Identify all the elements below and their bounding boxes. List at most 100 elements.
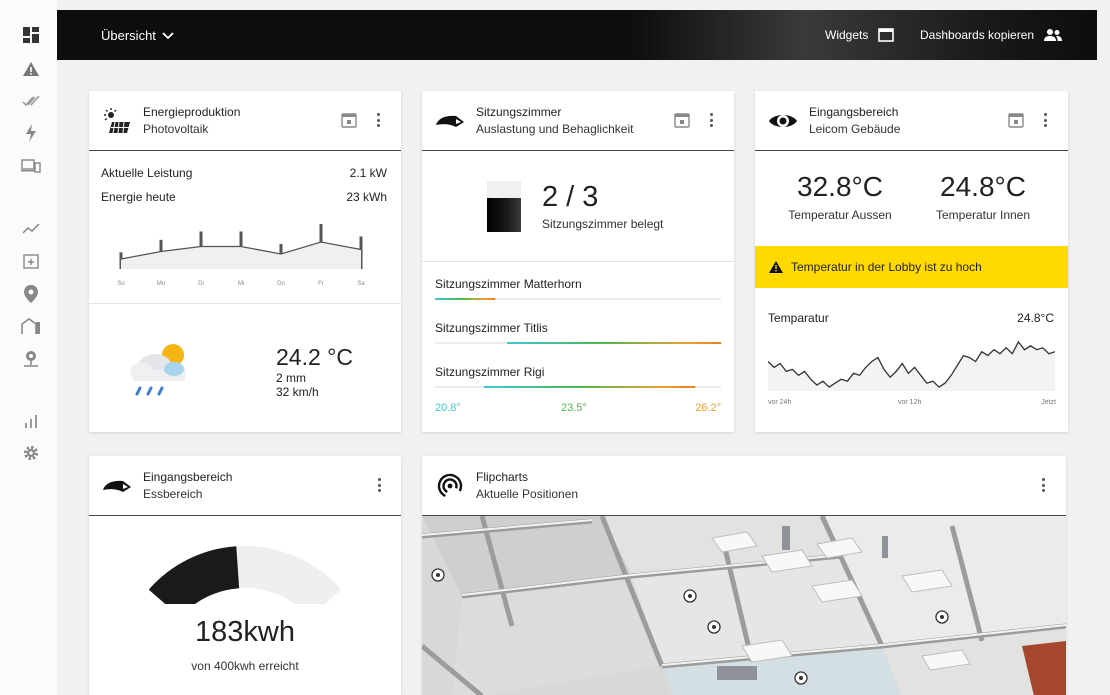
signal-icon bbox=[434, 472, 466, 500]
calendar-icon[interactable] bbox=[340, 111, 358, 129]
temp-inside-value: 24.8°C bbox=[940, 171, 1026, 202]
energy-today-label: Energie heute bbox=[101, 190, 176, 204]
divider bbox=[422, 261, 734, 262]
temperature-area bbox=[768, 341, 1055, 391]
divider bbox=[89, 303, 401, 304]
bar-chart-icon[interactable] bbox=[20, 410, 42, 432]
users-icon bbox=[1044, 29, 1063, 41]
copy-dashboards-label: Dashboards kopieren bbox=[920, 28, 1035, 42]
card-title: Eingangsbereich bbox=[143, 470, 233, 484]
energy-bar-chart: So Mo Di Mi Do Fr Sa bbox=[117, 224, 365, 287]
more-menu-icon[interactable] bbox=[374, 476, 384, 494]
warning-icon[interactable] bbox=[20, 58, 42, 80]
entrance-card: Eingangsbereich Leicom Gebäude 32.8°C Te… bbox=[755, 91, 1068, 432]
scale-max: 26.2° bbox=[695, 402, 721, 414]
gauge-icon bbox=[101, 472, 133, 500]
card-header: Eingangsbereich Leicom Gebäude bbox=[755, 91, 1068, 151]
temp-chart-current: 24.8°C bbox=[1017, 311, 1054, 325]
location-pin-icon[interactable] bbox=[20, 283, 42, 305]
top-bar: Übersicht Widgets Dashboards kopieren bbox=[57, 10, 1097, 60]
day-tick-label: Mo bbox=[157, 281, 166, 287]
copy-dashboards-button[interactable]: Dashboards kopieren bbox=[920, 28, 1063, 42]
more-menu-icon[interactable] bbox=[706, 111, 716, 129]
weather-rain-sun-icon bbox=[127, 339, 193, 406]
eye-icon bbox=[767, 107, 799, 135]
day-tick-label: Sa bbox=[357, 281, 365, 287]
temp-chart-title: Temparatur bbox=[768, 311, 829, 325]
more-menu-icon[interactable] bbox=[1038, 476, 1048, 494]
scale-min: 20.8° bbox=[435, 402, 461, 414]
scale-mid: 23.5° bbox=[561, 402, 587, 414]
card-subtitle: Aktuelle Positionen bbox=[476, 487, 579, 501]
dining-area-card: Eingangsbereich Essbereich 183kwh von 40… bbox=[89, 456, 401, 695]
gear-icon[interactable] bbox=[20, 442, 42, 464]
room-temp-range bbox=[483, 386, 696, 388]
more-menu-icon[interactable] bbox=[1040, 111, 1050, 129]
card-header: Energieproduktion Photovoltaik bbox=[89, 91, 401, 151]
dashboard-icon[interactable] bbox=[20, 24, 42, 46]
current-power-label: Aktuelle Leistung bbox=[101, 166, 193, 180]
energy-today-value: 23 kWh bbox=[346, 190, 387, 204]
x-label-mid: vor 12h bbox=[898, 399, 922, 406]
buildings-icon[interactable] bbox=[20, 315, 42, 337]
calendar-icon[interactable] bbox=[1007, 111, 1025, 129]
occupancy-bar-fill bbox=[487, 197, 521, 232]
card-header: Eingangsbereich Essbereich bbox=[89, 456, 401, 516]
occupancy-label: Sitzungszimmer belegt bbox=[542, 217, 664, 231]
check-double-icon[interactable] bbox=[20, 90, 42, 112]
room-temp-range bbox=[506, 342, 721, 344]
dashboard-selector[interactable]: Übersicht bbox=[101, 28, 174, 43]
room-name: Sitzungszimmer Rigi bbox=[435, 365, 545, 379]
flipcharts-card: Flipcharts Aktuelle Positionen bbox=[422, 456, 1066, 695]
gauge-fill bbox=[148, 546, 240, 604]
chevron-down-icon bbox=[162, 31, 174, 39]
occupancy-bar bbox=[487, 181, 521, 232]
card-subtitle: Auslastung und Behaglichkeit bbox=[476, 122, 634, 136]
energy-production-card: Energieproduktion Photovoltaik Aktuelle … bbox=[89, 91, 401, 432]
card-title: Energieproduktion bbox=[143, 105, 241, 119]
temperature-line-chart bbox=[768, 340, 1055, 391]
weather-wind: 32 km/h bbox=[276, 385, 319, 399]
warning-icon bbox=[769, 261, 783, 273]
lightning-icon[interactable] bbox=[20, 122, 42, 144]
trend-icon[interactable] bbox=[20, 218, 42, 240]
alert-text: Temperatur in der Lobby ist zu hoch bbox=[791, 260, 982, 274]
temp-outside-label: Temperatur Aussen bbox=[788, 208, 892, 222]
current-power-value: 2.1 kW bbox=[349, 166, 387, 180]
temp-outside-value: 32.8°C bbox=[797, 171, 883, 202]
consumption-gauge bbox=[148, 546, 342, 604]
card-subtitle: Photovoltaik bbox=[143, 122, 209, 136]
more-menu-icon[interactable] bbox=[373, 111, 383, 129]
card-title: Eingangsbereich bbox=[809, 105, 899, 119]
map-pin-icon[interactable] bbox=[20, 348, 42, 370]
room-name: Sitzungszimmer Matterhorn bbox=[435, 277, 582, 291]
solar-panel-icon bbox=[101, 107, 133, 135]
dashboard-title: Übersicht bbox=[101, 28, 156, 43]
occupancy-value: 2 / 3 bbox=[542, 181, 599, 213]
calendar-icon[interactable] bbox=[673, 111, 691, 129]
weather-rain: 2 mm bbox=[276, 371, 306, 385]
consumption-caption: von 400kwh erreicht bbox=[191, 659, 299, 673]
day-tick-label: Di bbox=[198, 281, 204, 287]
devices-icon[interactable] bbox=[20, 155, 42, 177]
floor-plan-map[interactable] bbox=[422, 516, 1066, 695]
day-tick-label: Fr bbox=[318, 281, 324, 287]
card-title: Flipcharts bbox=[476, 470, 529, 484]
consumption-value: 183kwh bbox=[195, 616, 295, 648]
x-label-start: vor 24h bbox=[768, 399, 792, 406]
temp-inside-label: Temperatur Innen bbox=[935, 208, 1031, 222]
room-temp-track bbox=[435, 386, 721, 388]
room-temp-track bbox=[435, 342, 721, 344]
weather-temperature: 24.2 °C bbox=[276, 344, 353, 370]
widgets-label: Widgets bbox=[825, 28, 869, 42]
widgets-button[interactable]: Widgets bbox=[825, 28, 895, 42]
card-header: Flipcharts Aktuelle Positionen bbox=[422, 456, 1066, 516]
calendar-plus-icon[interactable] bbox=[20, 250, 42, 272]
day-tick-label: So bbox=[117, 281, 125, 287]
card-title: Sitzungszimmer bbox=[476, 105, 562, 119]
card-subtitle: Leicom Gebäude bbox=[809, 122, 901, 136]
room-temp-range bbox=[435, 298, 496, 300]
day-tick-label: Mi bbox=[238, 281, 244, 287]
x-label-end: Jetzt bbox=[1041, 399, 1056, 406]
room-temp-track bbox=[435, 298, 721, 300]
